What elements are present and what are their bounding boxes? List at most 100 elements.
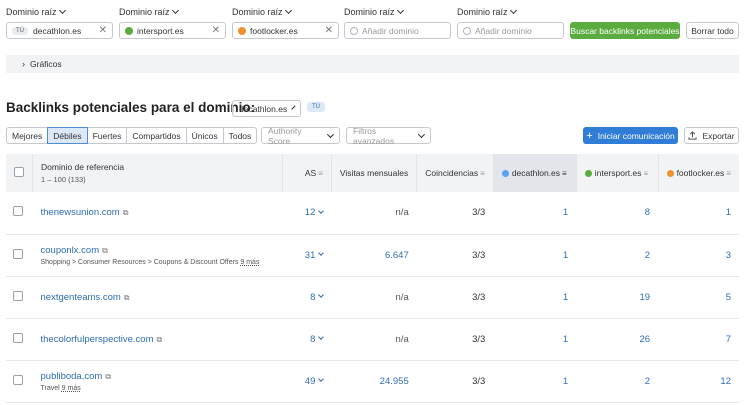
search-backlinks-button[interactable]: Buscar backlinks potenciales [570,22,680,39]
domain-field-3[interactable]: footlocker.es ✕ [232,22,339,39]
close-icon[interactable]: ✕ [212,25,220,36]
backlinks-table: Dominio de referencia 1 – 100 (133) AS ≡ … [6,154,739,403]
decathlon-value[interactable]: 1 [493,192,577,235]
visits-value[interactable]: 6.647 [331,234,417,277]
tab-unicos[interactable]: Únicos [185,127,224,144]
matches-header-label: Coincidencias [425,168,479,178]
row-checkbox[interactable] [13,206,23,217]
sort-icon: ≡ [562,169,567,178]
start-communication-button[interactable]: + Iniciar comunicación [583,127,678,144]
as-value: 49 [304,375,316,387]
more-categories-link[interactable]: 9 más [240,259,259,266]
filter-tabs: Mejores Débiles Fuertes Compartidos Únic… [6,127,258,144]
decathlon-value[interactable]: 1 [493,234,577,277]
charts-toggle[interactable]: › Gráficos [6,55,739,73]
chevron-down-icon [318,334,325,341]
authority-score-filter[interactable]: Authority Score [261,126,340,146]
decathlon-value[interactable]: 1 [493,276,577,319]
root-domain-dropdown-5[interactable]: Dominio raíz [457,6,517,17]
external-link-icon[interactable]: ⧉ [157,335,163,344]
advanced-filters[interactable]: Filtros avanzados [346,125,431,146]
empty-dot-icon [350,26,358,35]
visits-header-label: Visitas mensuales [339,168,409,178]
footlocker-value[interactable]: 12 [658,360,739,403]
domain-link[interactable]: thenewsunion.com [41,207,120,218]
decathlon-value[interactable]: 1 [493,360,577,403]
domain-select[interactable]: decathlon.es [232,100,301,117]
select-all-cell [6,154,33,192]
footlocker-header[interactable]: footlocker.es ≡ [658,154,739,192]
chevron-down-icon [284,6,292,15]
as-header[interactable]: AS ≡ [282,154,332,192]
intersport-value[interactable]: 26 [576,318,659,361]
tab-compartidos[interactable]: Compartidos [126,127,187,144]
category-text: Shopping > Consumer Resources > Coupons … [41,259,275,266]
row-checkbox-cell [6,276,33,319]
row-checkbox[interactable] [13,290,23,301]
chevron-down-icon [291,104,296,110]
footlocker-value[interactable]: 3 [658,234,739,277]
domain-link[interactable]: publiboda.com [41,371,103,382]
tab-fuertes[interactable]: Fuertes [86,127,128,144]
matches-header[interactable]: Coincidencias ≡ [416,154,494,192]
footlocker-value[interactable]: 1 [658,192,739,235]
domain-cell: thecolorfulperspective.com ⧉ [32,318,283,361]
footlocker-value[interactable]: 5 [658,276,739,319]
advanced-filters-label: Filtros avanzados [353,125,395,146]
domain-field-4[interactable]: Añadir dominio [344,22,451,39]
decathlon-header[interactable]: decathlon.es ≡ [493,154,577,192]
decathlon-header-label: decathlon.es [511,168,561,178]
domain-field-5[interactable]: Añadir dominio [457,22,564,39]
domain-link[interactable]: thecolorfulperspective.com [41,334,154,345]
root-domain-label: Dominio raíz [232,7,283,17]
matches-value: 3/3 [416,276,494,319]
more-categories-link[interactable]: 9 más [62,385,81,392]
footlocker-value[interactable]: 7 [658,318,739,361]
intersport-value[interactable]: 2 [576,360,659,403]
external-link-icon[interactable]: ⧉ [105,372,111,381]
export-button[interactable]: Exportar [684,127,739,144]
blue-dot-icon [501,170,509,178]
domain-link[interactable]: nextgenteams.com [41,292,121,303]
as-cell[interactable]: 12 [282,192,332,235]
external-link-icon[interactable]: ⧉ [123,208,129,217]
tab-todos[interactable]: Todos [222,127,258,144]
tab-debiles[interactable]: Débiles [47,127,88,144]
row-checkbox-cell [6,360,33,403]
green-dot-icon [125,26,133,35]
row-checkbox[interactable] [13,332,23,343]
external-link-icon[interactable]: ⧉ [124,293,130,302]
intersport-value[interactable]: 8 [576,192,659,235]
as-cell[interactable]: 31 [282,234,332,277]
root-domain-dropdown-2[interactable]: Dominio raíz [119,6,179,17]
visits-value[interactable]: 24.955 [331,360,417,403]
root-domain-dropdown-4[interactable]: Dominio raíz [344,6,404,17]
root-domain-dropdown-3[interactable]: Dominio raíz [232,6,292,17]
visits-header[interactable]: Visitas mensuales [331,154,418,192]
intersport-header[interactable]: intersport.es ≡ [576,154,659,192]
sort-icon: ≡ [480,169,485,178]
close-icon[interactable]: ✕ [325,25,333,36]
close-icon[interactable]: ✕ [99,25,107,36]
external-link-icon[interactable]: ⧉ [102,246,108,255]
table-header-row: Dominio de referencia 1 – 100 (133) AS ≡ … [6,154,739,192]
decathlon-value[interactable]: 1 [493,318,577,361]
domain-placeholder: Añadir dominio [362,25,419,36]
chevron-down-icon [418,130,426,138]
as-cell[interactable]: 49 [282,360,332,403]
as-cell[interactable]: 8 [282,276,332,319]
row-checkbox[interactable] [13,374,23,385]
row-checkbox[interactable] [13,248,23,259]
domain-link[interactable]: couponlx.com [41,245,100,256]
intersport-value[interactable]: 2 [576,234,659,277]
tab-mejores[interactable]: Mejores [6,127,49,144]
as-cell[interactable]: 8 [282,318,332,361]
clear-all-button[interactable]: Borrar todo [686,22,739,39]
domain-field-1[interactable]: TÚ decathlon.es ✕ [6,22,113,39]
select-all-checkbox[interactable] [14,167,24,177]
row-checkbox-cell [6,234,33,277]
root-domain-dropdown-1[interactable]: Dominio raíz [6,6,66,17]
domain-field-2[interactable]: intersport.es ✕ [119,22,226,39]
intersport-value[interactable]: 19 [576,276,659,319]
matches-value: 3/3 [416,234,494,277]
